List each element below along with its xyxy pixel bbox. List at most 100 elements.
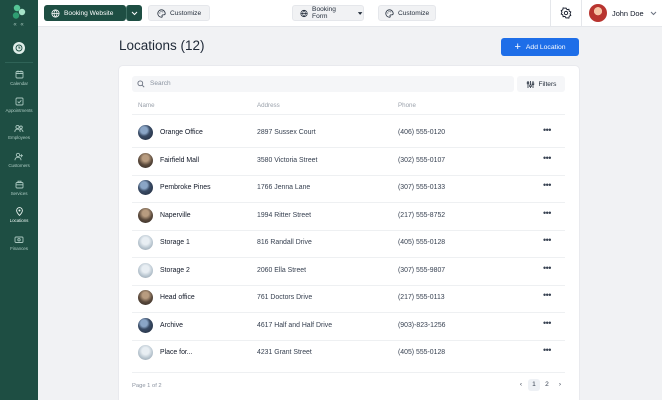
search-input[interactable]: Search <box>132 76 514 92</box>
location-phone: (903)-823-1256 <box>398 322 446 329</box>
more-actions-icon[interactable]: ••• <box>543 125 551 135</box>
more-actions-icon[interactable]: ••• <box>543 208 551 218</box>
customers-icon <box>14 152 23 161</box>
more-actions-icon[interactable]: ••• <box>543 318 551 328</box>
sidebar-item-label: Finances <box>10 246 28 251</box>
more-actions-icon[interactable]: ••• <box>543 153 551 163</box>
pagination-page-1[interactable]: 1 <box>528 379 540 391</box>
customize-label: Customize <box>170 9 202 17</box>
caret-down-icon <box>357 11 363 15</box>
sidebar-item-label: Employees <box>8 135 30 140</box>
table-row[interactable]: Storage 2 2060 Ella Street (307) 555-980… <box>119 258 579 285</box>
table-row[interactable]: Fairfield Mall 3580 Victoria Street (302… <box>119 148 579 175</box>
more-actions-icon[interactable]: ••• <box>543 235 551 245</box>
footer-divider <box>132 372 565 373</box>
sidebar-item-finances[interactable]: Finances <box>0 235 38 251</box>
pagination-status: Page 1 of 2 <box>132 383 162 389</box>
table-row[interactable]: Orange Office 2897 Sussex Court (406) 55… <box>119 120 579 147</box>
location-phone: (406) 555-0120 <box>398 129 446 136</box>
sidebar-item-customers[interactable]: Customers <box>0 152 38 168</box>
location-phone: (405) 555-0128 <box>398 349 446 356</box>
globe-icon <box>300 9 308 17</box>
location-thumbnail <box>138 263 153 278</box>
table-row[interactable]: Place for... 4231 Grant Street (405) 555… <box>119 340 579 367</box>
column-header-name[interactable]: Name <box>138 102 155 109</box>
table-row[interactable]: Storage 1 816 Randall Drive (405) 555-01… <box>119 230 579 257</box>
employees-icon <box>14 124 24 133</box>
user-avatar[interactable] <box>589 4 607 22</box>
location-phone: (307) 555-0133 <box>398 184 446 191</box>
sidebar: « « Calendar Appointments Employees Cust… <box>0 0 38 400</box>
location-name: Storage 2 <box>160 267 190 274</box>
column-header-address[interactable]: Address <box>257 102 280 109</box>
location-phone: (405) 555-0128 <box>398 239 446 246</box>
booking-website-button[interactable]: Booking Website <box>44 5 126 21</box>
sidebar-item-label: Services <box>10 191 28 196</box>
sidebar-item-locations[interactable]: Locations <box>0 207 38 223</box>
app-logo[interactable] <box>11 4 27 20</box>
filters-button[interactable]: Filters <box>517 76 565 92</box>
sidebar-item-label: Customers <box>8 163 30 168</box>
more-actions-icon[interactable]: ••• <box>543 263 551 273</box>
column-header-phone[interactable]: Phone <box>398 102 416 109</box>
table-row[interactable]: Naperville 1994 Ritter Street (217) 555-… <box>119 203 579 230</box>
location-address: 2060 Ella Street <box>257 267 307 274</box>
filters-label: Filters <box>538 80 557 88</box>
more-actions-icon[interactable]: ••• <box>543 345 551 355</box>
header-divider <box>132 114 565 115</box>
booking-form-button[interactable]: Booking Form <box>292 5 364 21</box>
sidebar-item-appointments[interactable]: Appointments <box>0 97 38 113</box>
collapse-sidebar-button[interactable]: « « <box>0 22 38 28</box>
plus-icon: + <box>514 40 521 53</box>
customize-label: Customize <box>398 9 430 17</box>
add-location-button[interactable]: + Add Location <box>501 38 579 56</box>
location-name: Naperville <box>160 212 191 219</box>
topbar-divider <box>581 0 582 27</box>
add-location-label: Add Location <box>525 43 566 51</box>
location-phone: (217) 555-8752 <box>398 212 446 219</box>
location-name: Storage 1 <box>160 239 190 246</box>
chevron-down-icon[interactable] <box>650 11 657 16</box>
location-address: 3580 Victoria Street <box>257 157 318 164</box>
location-name: Head office <box>160 294 195 301</box>
more-actions-icon[interactable]: ••• <box>543 180 551 190</box>
pagination-prev-button[interactable]: ‹ <box>515 379 527 391</box>
topbar-divider <box>550 0 551 27</box>
pagination-page-2[interactable]: 2 <box>541 379 553 391</box>
finances-icon <box>14 236 24 243</box>
user-name[interactable]: John Doe <box>612 9 644 18</box>
table-row[interactable]: Head office 761 Doctors Drive (217) 555-… <box>119 285 579 312</box>
pagination-next-button[interactable]: › <box>554 379 566 391</box>
services-icon <box>15 180 23 189</box>
sidebar-item-dashboard[interactable] <box>0 37 38 59</box>
location-address: 4231 Grant Street <box>257 349 312 356</box>
sidebar-item-services[interactable]: Services <box>0 180 38 196</box>
location-thumbnail <box>138 345 153 360</box>
location-thumbnail <box>138 208 153 223</box>
sidebar-item-employees[interactable]: Employees <box>0 124 38 140</box>
sidebar-divider <box>5 62 33 63</box>
globe-icon <box>51 9 60 17</box>
search-placeholder: Search <box>150 80 171 87</box>
booking-form-label: Booking Form <box>312 6 336 20</box>
location-name: Fairfield Mall <box>160 157 200 164</box>
palette-icon <box>385 8 394 18</box>
more-actions-icon[interactable]: ••• <box>543 290 551 300</box>
location-address: 2897 Sussex Court <box>257 129 316 136</box>
settings-gear-icon[interactable] <box>560 7 572 19</box>
location-thumbnail <box>138 180 153 195</box>
location-address: 1766 Jenna Lane <box>257 184 311 191</box>
booking-website-dropdown[interactable] <box>126 5 142 21</box>
customize-website-button[interactable]: Customize <box>148 5 210 21</box>
location-thumbnail <box>138 290 153 305</box>
location-phone: (302) 555-0107 <box>398 157 446 164</box>
table-row[interactable]: Pembroke Pines 1766 Jenna Lane (307) 555… <box>119 175 579 202</box>
location-name: Place for... <box>160 349 193 356</box>
clock-icon <box>15 44 23 52</box>
location-pin-icon <box>15 207 23 216</box>
table-row[interactable]: Archive 4617 Half and Half Drive (903)-8… <box>119 313 579 340</box>
customize-form-button[interactable]: Customize <box>378 5 436 21</box>
sidebar-item-calendar[interactable]: Calendar <box>0 70 38 86</box>
top-bar: Booking Website Customize Booking Form C… <box>38 0 662 27</box>
booking-website-label: Booking Website <box>64 9 114 17</box>
